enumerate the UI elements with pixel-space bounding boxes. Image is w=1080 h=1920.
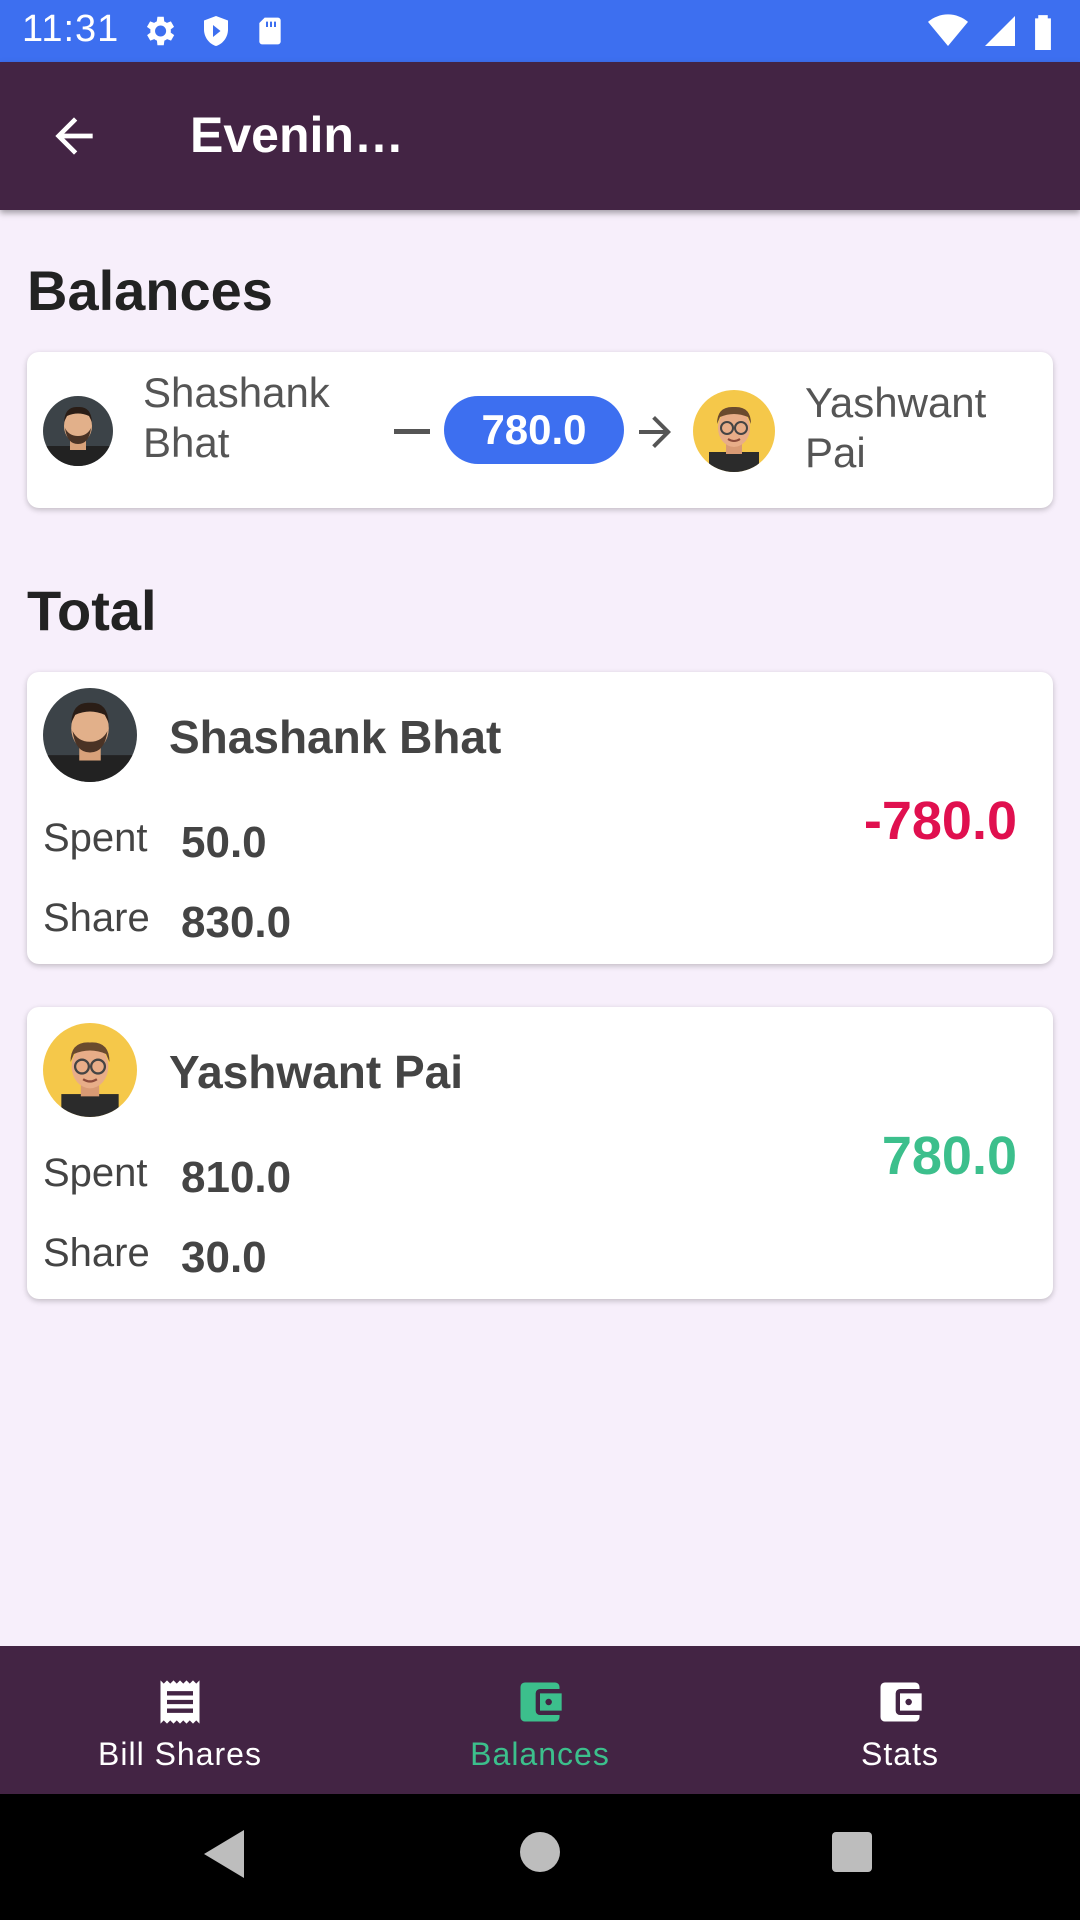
person-total-card[interactable]: Yashwant Pai Spent 810.0 Share 30.0 780.… [27, 1007, 1053, 1299]
share-value: 30.0 [181, 1233, 267, 1282]
back-arrow-icon[interactable] [46, 108, 102, 164]
arrow-right-icon [639, 416, 671, 448]
nav-item-bill-shares[interactable]: Bill Shares [0, 1646, 360, 1794]
system-back-icon[interactable] [200, 1828, 246, 1880]
to-person-name: Yashwant Pai [805, 379, 987, 476]
nav-item-stats[interactable]: Stats [720, 1646, 1080, 1794]
spent-label: Spent [43, 1151, 148, 1195]
spent-value: 810.0 [181, 1153, 292, 1202]
person-name: Yashwant Pai [169, 1046, 464, 1098]
balance-amount: 780.0 [444, 396, 624, 464]
wallet-icon [520, 1682, 562, 1722]
connector-line [394, 429, 430, 434]
from-person-name: Shashank Bhat [143, 369, 330, 466]
nav-label: Bill Shares [98, 1736, 262, 1772]
signal-icon [985, 16, 1015, 46]
avatar [43, 396, 113, 466]
spent-value: 50.0 [181, 818, 267, 867]
nav-item-balances[interactable]: Balances [360, 1646, 720, 1794]
sd-card-icon [259, 17, 281, 45]
avatar [43, 1023, 137, 1117]
person-name: Shashank Bhat [169, 711, 502, 763]
avatar [43, 688, 137, 782]
nav-label: Stats [861, 1736, 939, 1772]
share-label: Share [43, 896, 150, 940]
system-recents-icon[interactable] [832, 1832, 872, 1872]
wallet-icon [880, 1682, 922, 1722]
status-time: 11:31 [22, 8, 120, 50]
net-balance: -780.0 [863, 791, 1017, 851]
system-home-icon[interactable] [520, 1832, 560, 1872]
status-bar: 11:31 [0, 0, 1080, 62]
balance-card[interactable]: Shashank Bhat 780.0 Yashwant Pai [27, 352, 1053, 508]
share-label: Share [43, 1231, 150, 1275]
app-bar: Evenin… [0, 62, 1080, 210]
system-nav-bar [0, 1794, 1080, 1920]
shield-icon [204, 16, 228, 46]
net-balance: 780.0 [881, 1126, 1017, 1186]
total-heading: Total [27, 579, 157, 642]
settings-icon [146, 16, 175, 46]
wifi-icon [928, 14, 968, 47]
receipt-icon [160, 1680, 200, 1724]
avatar [693, 390, 775, 472]
balances-heading: Balances [27, 259, 273, 322]
bottom-nav: Bill Shares Balances Stats [0, 1646, 1080, 1794]
share-value: 830.0 [181, 898, 292, 947]
person-total-card[interactable]: Shashank Bhat Spent 50.0 Share 830.0 -78… [27, 672, 1053, 964]
page-title: Evenin… [190, 107, 404, 163]
nav-label: Balances [470, 1736, 610, 1772]
spent-label: Spent [43, 816, 148, 860]
battery-icon [1035, 15, 1051, 50]
